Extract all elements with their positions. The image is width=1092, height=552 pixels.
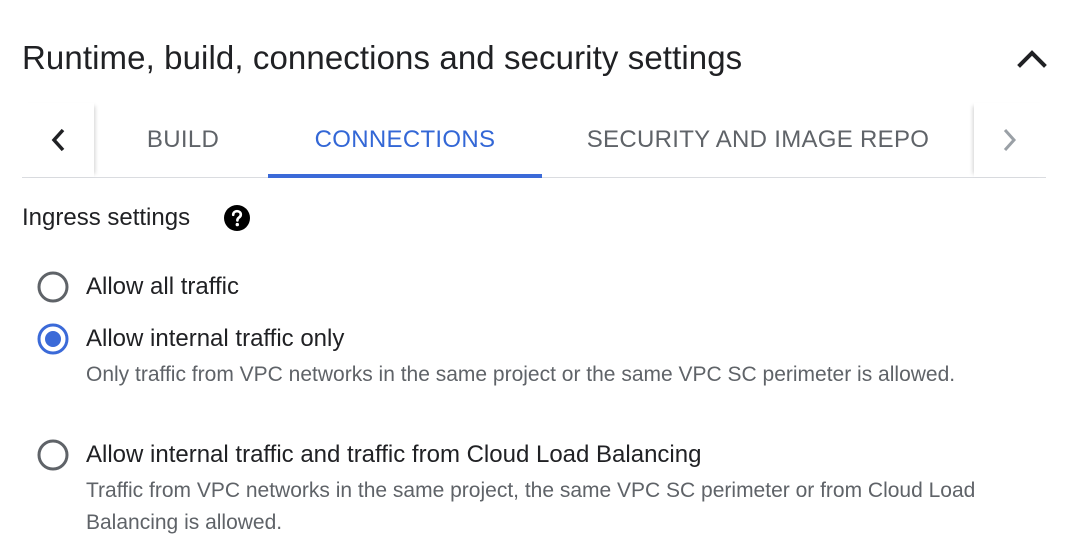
tab-connections[interactable]: CONNECTIONS bbox=[268, 103, 542, 178]
radio-label[interactable]: Allow all traffic bbox=[86, 270, 239, 304]
radio-button[interactable] bbox=[36, 270, 70, 304]
radio-text: Allow all traffic bbox=[86, 270, 239, 304]
tab-scroll-left-button[interactable] bbox=[22, 103, 94, 177]
help-icon[interactable] bbox=[222, 203, 252, 233]
tab-label: CONNECTIONS bbox=[314, 126, 496, 153]
ingress-option-allow-all[interactable]: Allow all traffic bbox=[36, 270, 239, 304]
tab-label: BUILD bbox=[146, 126, 220, 153]
chevron-left-icon bbox=[51, 128, 65, 152]
ingress-option-internal-and-load-balancing[interactable]: Allow internal traffic and traffic from … bbox=[36, 438, 1046, 539]
radio-label[interactable]: Allow internal traffic and traffic from … bbox=[86, 438, 1046, 472]
radio-description: Only traffic from VPC networks in the sa… bbox=[86, 363, 956, 386]
tab-build[interactable]: BUILD bbox=[120, 103, 246, 177]
tab-security-and-image-repo[interactable]: SECURITY AND IMAGE REPO bbox=[570, 103, 946, 177]
section-header: Runtime, build, connections and security… bbox=[22, 30, 1052, 86]
chevron-up-icon bbox=[1017, 50, 1047, 68]
tab-label: SECURITY AND IMAGE REPO bbox=[586, 126, 930, 153]
radio-button[interactable] bbox=[36, 438, 70, 472]
collapse-toggle-button[interactable] bbox=[1012, 38, 1052, 78]
section-title: Runtime, build, connections and security… bbox=[22, 39, 743, 76]
radio-unchecked-icon bbox=[37, 439, 69, 471]
ingress-option-internal-only[interactable]: Allow internal traffic only Only traffic… bbox=[36, 322, 1046, 391]
chevron-right-icon bbox=[1003, 128, 1017, 152]
radio-button[interactable] bbox=[36, 322, 70, 356]
ingress-settings-label: Ingress settings bbox=[22, 204, 191, 231]
radio-unchecked-icon bbox=[37, 271, 69, 303]
radio-checked-icon bbox=[37, 323, 69, 355]
tab-scroll-right-button[interactable] bbox=[974, 103, 1046, 177]
radio-label[interactable]: Allow internal traffic only bbox=[86, 322, 1046, 356]
ingress-settings-header: Ingress settings bbox=[22, 200, 252, 236]
radio-description: Traffic from VPC networks in the same pr… bbox=[86, 479, 976, 534]
tab-bar: BUILD CONNECTIONS SECURITY AND IMAGE REP… bbox=[22, 103, 1046, 178]
radio-text: Allow internal traffic and traffic from … bbox=[86, 438, 1046, 539]
radio-text: Allow internal traffic only Only traffic… bbox=[86, 322, 1046, 391]
